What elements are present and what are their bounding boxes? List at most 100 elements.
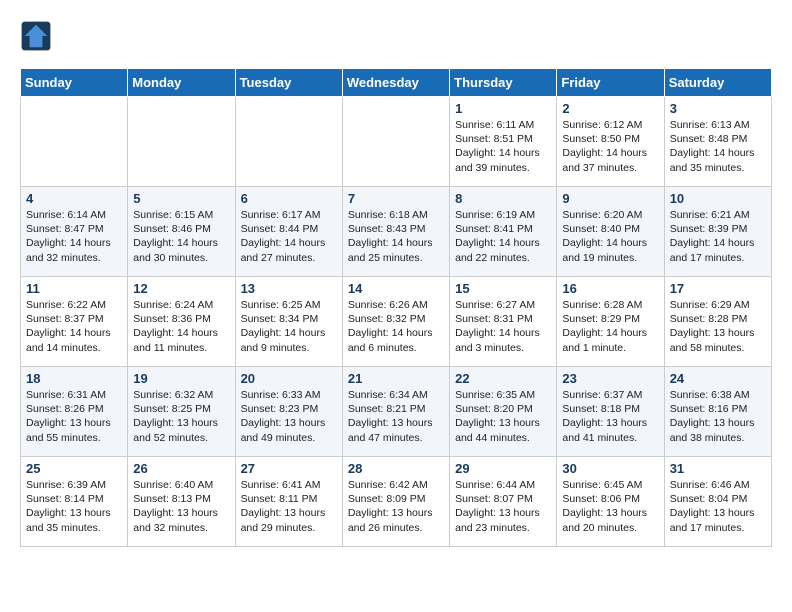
cell-text: Sunrise: 6:32 AM	[133, 388, 229, 402]
cell-text: Sunset: 8:21 PM	[348, 402, 444, 416]
cell-text: and 25 minutes.	[348, 251, 444, 265]
calendar-cell: 26Sunrise: 6:40 AMSunset: 8:13 PMDayligh…	[128, 457, 235, 547]
calendar-cell: 27Sunrise: 6:41 AMSunset: 8:11 PMDayligh…	[235, 457, 342, 547]
day-number: 16	[562, 281, 658, 296]
header-wednesday: Wednesday	[342, 69, 449, 97]
header-thursday: Thursday	[450, 69, 557, 97]
cell-text: Daylight: 14 hours	[348, 326, 444, 340]
day-number: 12	[133, 281, 229, 296]
day-number: 30	[562, 461, 658, 476]
calendar-cell: 9Sunrise: 6:20 AMSunset: 8:40 PMDaylight…	[557, 187, 664, 277]
cell-text: Daylight: 14 hours	[26, 326, 122, 340]
calendar-cell	[128, 97, 235, 187]
calendar-cell: 16Sunrise: 6:28 AMSunset: 8:29 PMDayligh…	[557, 277, 664, 367]
day-number: 28	[348, 461, 444, 476]
cell-text: Sunset: 8:50 PM	[562, 132, 658, 146]
cell-text: and 14 minutes.	[26, 341, 122, 355]
cell-text: and 6 minutes.	[348, 341, 444, 355]
calendar-cell: 30Sunrise: 6:45 AMSunset: 8:06 PMDayligh…	[557, 457, 664, 547]
cell-text: Sunrise: 6:21 AM	[670, 208, 766, 222]
cell-text: Sunrise: 6:13 AM	[670, 118, 766, 132]
cell-text: Sunrise: 6:45 AM	[562, 478, 658, 492]
calendar-cell: 2Sunrise: 6:12 AMSunset: 8:50 PMDaylight…	[557, 97, 664, 187]
cell-text: Sunset: 8:40 PM	[562, 222, 658, 236]
calendar-cell: 1Sunrise: 6:11 AMSunset: 8:51 PMDaylight…	[450, 97, 557, 187]
cell-text: and 47 minutes.	[348, 431, 444, 445]
cell-text: Daylight: 14 hours	[670, 236, 766, 250]
calendar-cell: 19 Sunrise: 6:32 AMSunset: 8:25 PMDayligh…	[128, 367, 235, 457]
cell-text: Sunset: 8:06 PM	[562, 492, 658, 506]
calendar-cell: 25Sunrise: 6:39 AMSunset: 8:14 PMDayligh…	[21, 457, 128, 547]
cell-text: Sunset: 8:48 PM	[670, 132, 766, 146]
day-number: 5	[133, 191, 229, 206]
day-number: 6	[241, 191, 337, 206]
cell-text: and 44 minutes.	[455, 431, 551, 445]
cell-text: Daylight: 14 hours	[562, 326, 658, 340]
cell-text: Sunset: 8:28 PM	[670, 312, 766, 326]
cell-text: Daylight: 14 hours	[133, 236, 229, 250]
cell-text: and 22 minutes.	[455, 251, 551, 265]
day-number: 15	[455, 281, 551, 296]
day-number: 11	[26, 281, 122, 296]
cell-text: and 35 minutes.	[26, 521, 122, 535]
cell-text: Sunset: 8:34 PM	[241, 312, 337, 326]
day-number: 8	[455, 191, 551, 206]
cell-text: and 20 minutes.	[562, 521, 658, 535]
cell-text: Sunset: 8:41 PM	[455, 222, 551, 236]
week-row-2: 4Sunrise: 6:14 AMSunset: 8:47 PMDaylight…	[21, 187, 772, 277]
week-row-5: 25Sunrise: 6:39 AMSunset: 8:14 PMDayligh…	[21, 457, 772, 547]
calendar-cell: 8 Sunrise: 6:19 AMSunset: 8:41 PMDaylight…	[450, 187, 557, 277]
day-number: 2	[562, 101, 658, 116]
cell-text: Sunset: 8:23 PM	[241, 402, 337, 416]
day-number: 23	[562, 371, 658, 386]
calendar-cell: 4Sunrise: 6:14 AMSunset: 8:47 PMDaylight…	[21, 187, 128, 277]
cell-text: Daylight: 14 hours	[133, 326, 229, 340]
day-number: 31	[670, 461, 766, 476]
calendar-cell: 13Sunrise: 6:25 AMSunset: 8:34 PMDayligh…	[235, 277, 342, 367]
day-number: 27	[241, 461, 337, 476]
cell-text: Daylight: 14 hours	[455, 236, 551, 250]
cell-text: Sunrise: 6:38 AM	[670, 388, 766, 402]
cell-text: and 32 minutes.	[133, 521, 229, 535]
cell-text: Sunset: 8:31 PM	[455, 312, 551, 326]
cell-text: Sunrise: 6:17 AM	[241, 208, 337, 222]
cell-text: Daylight: 13 hours	[133, 416, 229, 430]
cell-text: Daylight: 14 hours	[455, 326, 551, 340]
day-number: 14	[348, 281, 444, 296]
calendar-cell: 17Sunrise: 6:29 AMSunset: 8:28 PMDayligh…	[664, 277, 771, 367]
cell-text: Sunset: 8:13 PM	[133, 492, 229, 506]
cell-text: Sunrise: 6:35 AM	[455, 388, 551, 402]
cell-text: Sunrise: 6:34 AM	[348, 388, 444, 402]
cell-text: Sunset: 8:32 PM	[348, 312, 444, 326]
cell-text: Sunrise: 6:14 AM	[26, 208, 122, 222]
cell-text: Sunrise: 6:11 AM	[455, 118, 551, 132]
day-number: 19	[133, 371, 229, 386]
cell-text: Daylight: 13 hours	[670, 506, 766, 520]
day-number: 1	[455, 101, 551, 116]
calendar-cell: 14Sunrise: 6:26 AMSunset: 8:32 PMDayligh…	[342, 277, 449, 367]
cell-text: Daylight: 14 hours	[241, 326, 337, 340]
calendar-cell: 24Sunrise: 6:38 AMSunset: 8:16 PMDayligh…	[664, 367, 771, 457]
cell-text: Sunrise: 6:39 AM	[26, 478, 122, 492]
cell-text: Sunset: 8:26 PM	[26, 402, 122, 416]
cell-text: Daylight: 14 hours	[562, 236, 658, 250]
cell-text: Sunset: 8:43 PM	[348, 222, 444, 236]
day-number: 26	[133, 461, 229, 476]
calendar-cell: 15 Sunrise: 6:27 AMSunset: 8:31 PMDayligh…	[450, 277, 557, 367]
calendar-cell	[21, 97, 128, 187]
cell-text: Sunset: 8:25 PM	[133, 402, 229, 416]
cell-text: Sunrise: 6:27 AM	[455, 298, 551, 312]
cell-text: Sunset: 8:18 PM	[562, 402, 658, 416]
cell-text: Sunrise: 6:19 AM	[455, 208, 551, 222]
week-row-1: 1Sunrise: 6:11 AMSunset: 8:51 PMDaylight…	[21, 97, 772, 187]
cell-text: Sunset: 8:46 PM	[133, 222, 229, 236]
cell-text: Daylight: 13 hours	[670, 326, 766, 340]
day-number: 25	[26, 461, 122, 476]
day-number: 24	[670, 371, 766, 386]
calendar-table: SundayMondayTuesdayWednesdayThursdayFrid…	[20, 68, 772, 547]
day-number: 9	[562, 191, 658, 206]
calendar-cell: 11Sunrise: 6:22 AMSunset: 8:37 PMDayligh…	[21, 277, 128, 367]
cell-text: Daylight: 14 hours	[241, 236, 337, 250]
page-header	[20, 20, 772, 52]
cell-text: Sunset: 8:37 PM	[26, 312, 122, 326]
